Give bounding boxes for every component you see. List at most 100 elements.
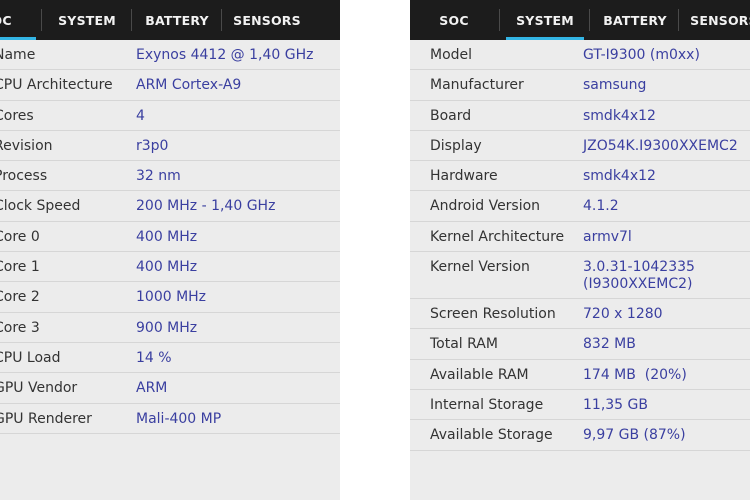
info-label: Clock Speed <box>0 198 81 215</box>
info-value: 3.0.31-1042335 (I9300XXEMC2) <box>583 259 695 293</box>
info-label: Hardware <box>430 168 498 185</box>
info-value: GT-I9300 (m0xx) <box>583 47 700 63</box>
tab-system[interactable]: SYSTEM <box>500 0 590 40</box>
info-label: CPU Load <box>0 349 61 366</box>
info-value: samsung <box>583 77 647 94</box>
info-row-core-1[interactable]: Core 1 400 MHz <box>0 252 340 283</box>
info-value: 32 nm <box>136 168 181 185</box>
info-value: ARM <box>136 380 168 397</box>
info-value: 9,97 GB (87%) <box>583 427 686 444</box>
info-row-revision[interactable]: Revision r3p0 <box>0 131 340 162</box>
info-label: Kernel Version <box>430 259 530 276</box>
info-label: Android Version <box>430 198 541 215</box>
info-row-process[interactable]: Process 32 nm <box>0 161 340 192</box>
tab-sensors[interactable]: SENSORS <box>222 0 312 40</box>
info-list: Name Exynos 4412 @ 1,40 GHz CPU Architectu… <box>0 40 340 434</box>
info-label: CPU Architecture <box>0 77 113 94</box>
info-value: ARM Cortex-A9 <box>136 77 242 94</box>
info-row-cores[interactable]: Cores 4 <box>0 101 340 131</box>
info-row-kernel-version[interactable]: Kernel Version 3.0.31-1042335 (I9300XXEMC… <box>410 252 750 300</box>
info-label: Process <box>0 168 48 185</box>
info-value: Exynos 4412 @ 1,40 GHz <box>136 47 314 63</box>
tab-divider <box>499 9 500 31</box>
tab-soc[interactable]: SOC <box>410 0 499 40</box>
info-label: Internal Storage <box>430 396 544 413</box>
tab-label: SOC <box>0 12 12 28</box>
info-value: armv7l <box>583 228 632 245</box>
info-label: Screen Resolution <box>430 306 556 323</box>
info-row-available-ram[interactable]: Available RAM 174 MB (20%) <box>410 360 750 390</box>
info-value: 900 MHz <box>136 319 198 336</box>
info-label: Kernel Architecture <box>430 228 565 245</box>
info-row-available-storage[interactable]: Available Storage 9,97 GB (87%) <box>410 420 750 451</box>
info-row-core-0[interactable]: Core 0 400 MHz <box>0 222 340 253</box>
info-value: smdk4x12 <box>583 107 656 124</box>
info-label: GPU Renderer <box>0 410 92 427</box>
tab-battery[interactable]: BATTERY <box>590 0 680 40</box>
tab-label: SYSTEM <box>516 12 574 28</box>
system-screen: SOC SYSTEM BATTERY SENSORS Model GT-I9300 (m… <box>410 0 750 500</box>
info-value: 720 x 1280 <box>583 306 663 323</box>
info-label: Display <box>430 137 482 154</box>
info-label: Available Storage <box>430 427 553 444</box>
tab-divider <box>589 9 590 31</box>
info-row-core-2[interactable]: Core 2 1000 MHz <box>0 282 340 313</box>
info-value: 174 MB (20%) <box>583 366 687 383</box>
info-row-gpu-renderer[interactable]: GPU Renderer Mali-400 MP <box>0 404 340 434</box>
info-row-hardware[interactable]: Hardware smdk4x12 <box>410 161 750 192</box>
info-row-name[interactable]: Name Exynos 4412 @ 1,40 GHz <box>0 40 340 71</box>
info-label: Total RAM <box>430 336 498 353</box>
info-label: Name <box>0 47 36 63</box>
info-label: Model <box>430 47 473 63</box>
info-row-cpu-architecture[interactable]: CPU Architecture ARM Cortex-A9 <box>0 70 340 101</box>
info-row-cpu-load[interactable]: CPU Load 14 % <box>0 343 340 374</box>
info-row-manufacturer[interactable]: Manufacturer samsung <box>410 70 750 101</box>
tab-label: SOC <box>439 12 469 28</box>
info-row-core-3[interactable]: Core 3 900 MHz <box>0 313 340 343</box>
tab-divider <box>678 9 679 31</box>
info-value: 400 MHz <box>136 259 198 276</box>
info-label: Cores <box>0 107 34 124</box>
info-row-android-version[interactable]: Android Version 4.1.2 <box>410 191 750 222</box>
info-row-clock-speed[interactable]: Clock Speed 200 MHz - 1,40 GHz <box>0 191 340 222</box>
info-value: 200 MHz - 1,40 GHz <box>136 198 276 215</box>
info-row-board[interactable]: Board smdk4x12 <box>410 101 750 131</box>
info-list: Model GT-I9300 (m0xx) Manufacturer samsung B… <box>410 40 750 451</box>
info-label: Revision <box>0 137 53 154</box>
info-value: 14 % <box>136 349 172 366</box>
info-label: Core 3 <box>0 319 40 336</box>
info-row-internal-storage[interactable]: Internal Storage 11,35 GB <box>410 390 750 421</box>
info-row-display[interactable]: Display JZO54K.I9300XXEMC2 <box>410 131 750 162</box>
info-value: 1000 MHz <box>136 289 207 306</box>
info-value: 11,35 GB <box>583 396 648 413</box>
tab-system[interactable]: SYSTEM <box>42 0 132 40</box>
info-label: Manufacturer <box>430 77 524 94</box>
info-row-screen-resolution[interactable]: Screen Resolution 720 x 1280 <box>410 299 750 330</box>
tab-divider <box>221 9 222 31</box>
tab-divider <box>41 9 42 31</box>
tab-label: BATTERY <box>603 12 667 28</box>
tab-sensors[interactable]: SENSORS <box>679 0 750 40</box>
soc-screen: SOC SYSTEM BATTERY SENSORS Name Exynos 4412 … <box>0 0 340 500</box>
info-label: GPU Vendor <box>0 380 78 397</box>
tab-soc[interactable]: SOC <box>0 0 42 40</box>
info-label: Available RAM <box>430 366 529 383</box>
info-value: 832 MB <box>583 336 636 353</box>
tab-bar: SOC SYSTEM BATTERY SENSORS <box>0 0 340 40</box>
info-row-model[interactable]: Model GT-I9300 (m0xx) <box>410 40 750 71</box>
info-value: 4 <box>136 107 145 124</box>
info-value: r3p0 <box>136 137 169 154</box>
info-value: smdk4x12 <box>583 168 656 185</box>
info-value: Mali-400 MP <box>136 410 222 427</box>
info-value: JZO54K.I9300XXEMC2 <box>583 137 738 154</box>
tab-label: SENSORS <box>690 12 750 28</box>
info-label: Core 0 <box>0 228 40 245</box>
info-row-kernel-architecture[interactable]: Kernel Architecture armv7l <box>410 222 750 253</box>
tab-divider <box>131 9 132 31</box>
tab-bar: SOC SYSTEM BATTERY SENSORS <box>410 0 750 40</box>
tab-battery[interactable]: BATTERY <box>132 0 222 40</box>
tab-label: BATTERY <box>145 12 209 28</box>
info-row-total-ram[interactable]: Total RAM 832 MB <box>410 329 750 360</box>
info-row-gpu-vendor[interactable]: GPU Vendor ARM <box>0 373 340 404</box>
tab-label: SYSTEM <box>58 12 116 28</box>
